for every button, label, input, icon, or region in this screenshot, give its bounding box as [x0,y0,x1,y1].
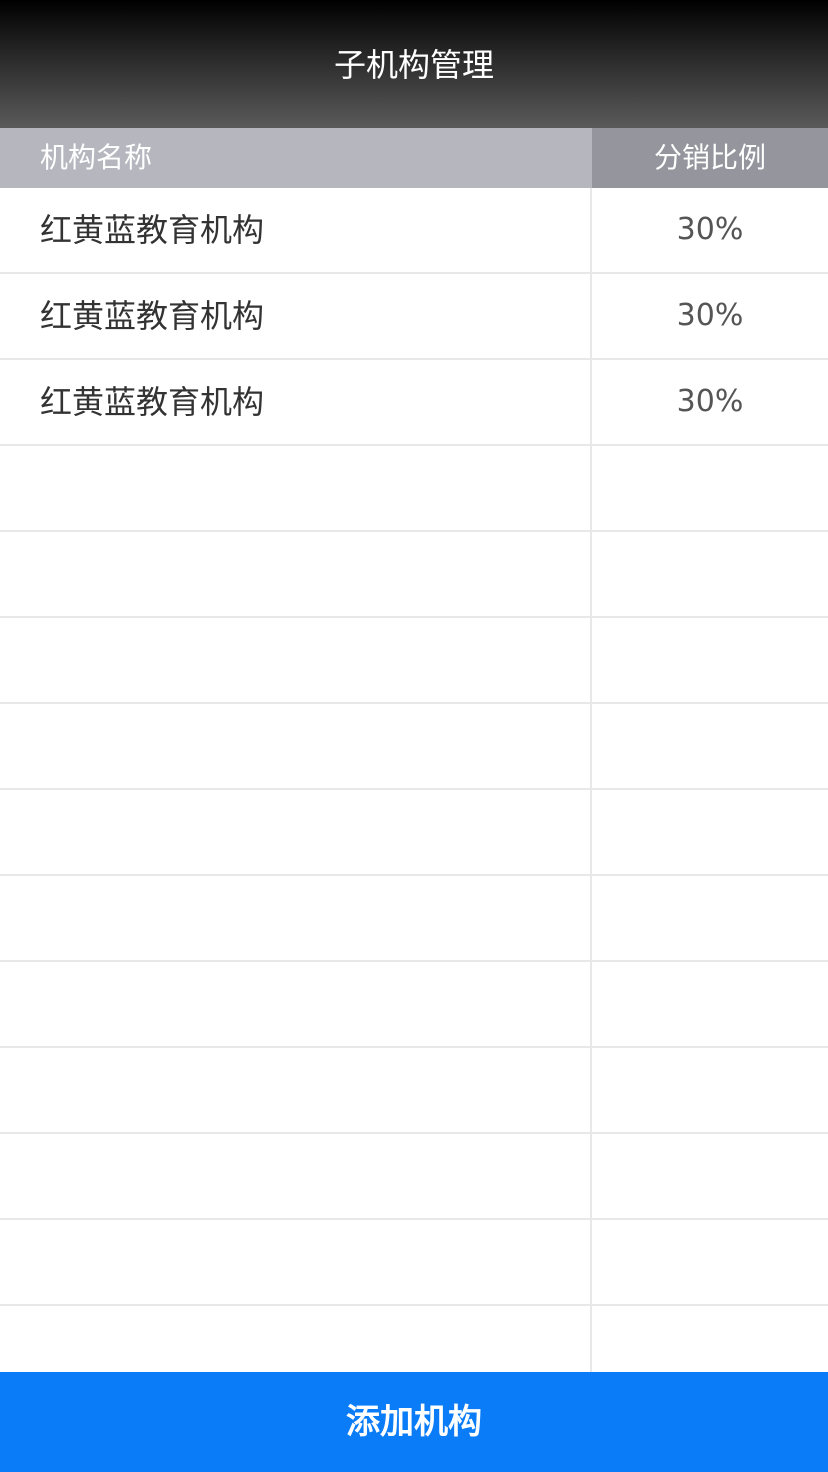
table-row[interactable]: 红黄蓝教育机构 30% [0,274,828,360]
distribution-ratio-cell [592,1306,828,1372]
table-row[interactable]: 红黄蓝教育机构 30% [0,188,828,274]
organization-name-cell [0,962,592,1046]
distribution-ratio-cell [592,1220,828,1304]
distribution-ratio-cell: 30% [676,212,744,247]
organization-name-cell [0,1306,592,1372]
distribution-ratio-cell [592,876,828,960]
organization-name-cell: 红黄蓝教育机构 [0,188,592,272]
organization-name-cell: 红黄蓝教育机构 [0,274,592,358]
distribution-ratio-cell [592,446,828,530]
distribution-ratio-cell [592,962,828,1046]
distribution-ratio-cell [592,532,828,616]
distribution-ratio-cell: 30% [676,298,744,333]
table-row [0,1220,828,1306]
organization-name-cell [0,876,592,960]
distribution-ratio-cell [592,618,828,702]
organization-name-cell [0,1048,592,1132]
organization-name-cell [0,790,592,874]
table-row [0,1048,828,1134]
organization-name-cell [0,1220,592,1304]
organization-name-cell [0,1134,592,1218]
organization-name-cell [0,446,592,530]
table-row [0,962,828,1048]
table-row [0,532,828,618]
distribution-ratio-cell [592,704,828,788]
table-header: 机构名称 分销比例 [0,128,828,188]
distribution-ratio-cell: 30% [676,384,744,419]
table-row [0,1134,828,1220]
distribution-ratio-cell [592,1134,828,1218]
distribution-ratio-cell [592,790,828,874]
distribution-ratio-cell [592,1048,828,1132]
table-row [0,1306,828,1372]
add-organization-button[interactable]: 添加机构 [0,1372,828,1472]
table-row [0,876,828,962]
table-row [0,618,828,704]
organization-name-cell: 红黄蓝教育机构 [0,360,592,444]
organization-table[interactable]: 红黄蓝教育机构 30% 红黄蓝教育机构 30% 红黄蓝教育机构 30% [0,188,828,1372]
sub-organization-screen: 子机构管理 机构名称 分销比例 红黄蓝教育机构 30% 红黄蓝教育机构 30% 红黄蓝教… [0,0,828,1472]
column-header-ratio: 分销比例 [592,128,828,188]
column-header-name: 机构名称 [0,128,592,188]
table-row [0,790,828,876]
table-row [0,704,828,790]
table-row [0,446,828,532]
page-title: 子机构管理 [333,46,494,84]
organization-name-cell [0,618,592,702]
table-row[interactable]: 红黄蓝教育机构 30% [0,360,828,446]
organization-name-cell [0,532,592,616]
organization-name-cell [0,704,592,788]
nav-bar: 子机构管理 [0,0,828,128]
